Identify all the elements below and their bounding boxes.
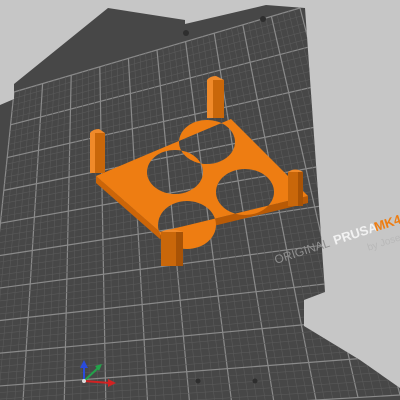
3d-viewport[interactable]: ORIGINAL PRUSA MK4 by Josef — [0, 0, 400, 400]
corner-post-left — [90, 129, 105, 173]
model-text: MK4 — [372, 211, 400, 234]
corner-post-bottom — [161, 229, 183, 266]
corner-post-top — [207, 76, 224, 118]
bed-hole-icon — [252, 378, 258, 384]
bed-hole-icon — [183, 30, 189, 36]
bed-hole-icon — [195, 378, 201, 384]
bed-hole-icon — [260, 16, 266, 22]
scene[interactable]: ORIGINAL PRUSA MK4 by Josef — [0, 0, 400, 400]
corner-post-right — [288, 169, 303, 206]
